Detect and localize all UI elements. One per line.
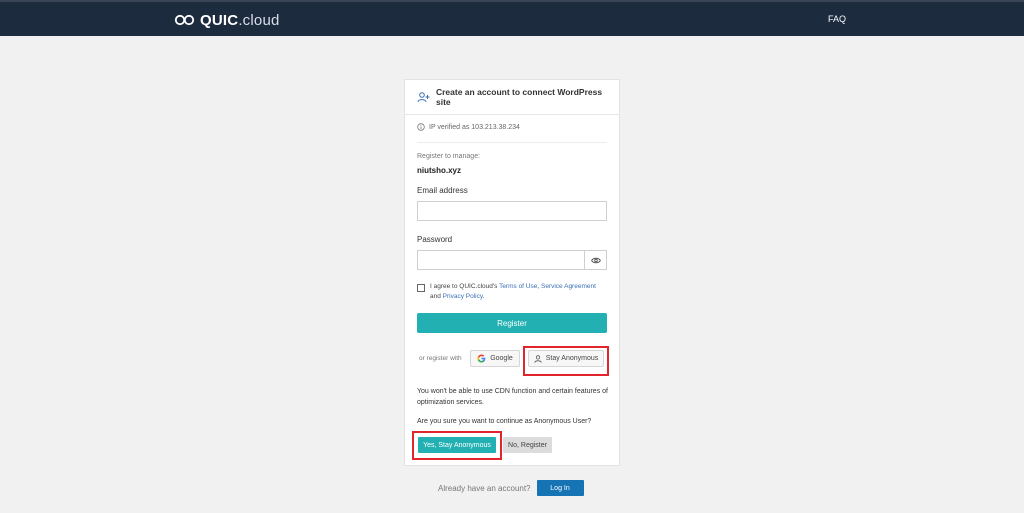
register-card: Create an account to connect WordPress s… (404, 79, 620, 466)
privacy-policy-link[interactable]: Privacy Policy (443, 293, 483, 300)
agree-checkbox[interactable] (417, 284, 425, 292)
register-button[interactable]: Register (417, 313, 607, 333)
stay-anonymous-highlight (523, 346, 609, 376)
no-register-button[interactable]: No, Register (503, 437, 552, 453)
password-field[interactable] (417, 250, 585, 270)
already-have-account-text: Already have an account? (438, 483, 531, 493)
log-in-button[interactable]: Log In (536, 480, 584, 496)
google-button-label: Google (490, 355, 513, 362)
login-prompt-row: Already have an account? Log In (438, 480, 584, 496)
google-icon (477, 354, 486, 363)
period: . (482, 293, 485, 300)
quic-cloud-logo-icon (174, 14, 195, 26)
agree-text: I agree to QUIC.cloud's Terms of Use, Se… (430, 282, 596, 302)
eye-icon (590, 257, 601, 263)
quic-cloud-logo[interactable]: QUIC .cloud (174, 10, 280, 30)
and-text: and (430, 293, 441, 300)
agree-prefix: I agree to QUIC.cloud's (430, 283, 498, 290)
divider (417, 142, 607, 143)
add-user-icon (417, 91, 430, 102)
logo-text-light: .cloud (238, 11, 280, 29)
faq-link[interactable]: FAQ (828, 14, 846, 24)
terms-agreement: I agree to QUIC.cloud's Terms of Use, Se… (417, 282, 607, 302)
anonymous-warning-text: You won't be able to use CDN function an… (417, 388, 608, 406)
service-agreement-link[interactable]: Service Agreement (541, 283, 596, 290)
google-register-button[interactable]: Google (470, 350, 520, 367)
comma: , (537, 283, 540, 290)
password-group (417, 250, 607, 270)
terms-of-use-link[interactable]: Terms of Use (499, 283, 537, 290)
info-icon (417, 123, 425, 131)
card-header: Create an account to connect WordPress s… (405, 80, 619, 115)
top-navbar: QUIC .cloud FAQ (0, 0, 1024, 36)
ip-verified-text: IP verified as 103.213.38.234 (429, 123, 520, 131)
logo-text-strong: QUIC (200, 11, 239, 29)
or-register-with-label: or register with (419, 355, 462, 362)
yes-button-highlight (412, 431, 502, 460)
ip-verified-row: IP verified as 103.213.38.234 (417, 123, 520, 131)
card-title: Create an account to connect WordPress s… (435, 87, 603, 107)
register-to-manage-label: Register to manage: (417, 153, 481, 160)
anonymous-confirm-question: Are you sure you want to continue as Ano… (417, 418, 592, 425)
password-label: Password (417, 235, 453, 244)
domain-name: niutsho.xyz (417, 166, 462, 175)
email-field[interactable] (417, 201, 607, 221)
email-label: Email address (417, 186, 468, 195)
show-password-button[interactable] (584, 250, 607, 270)
